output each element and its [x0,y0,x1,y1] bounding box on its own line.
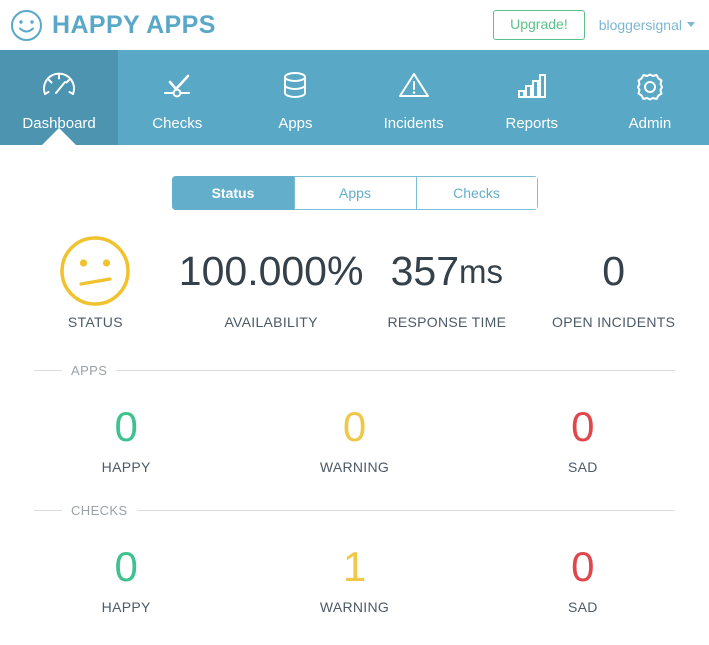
apps-section-title: APPS [71,362,108,378]
dashboard-content: Status Apps Checks STATUS 100.000% AVAIL… [0,145,709,615]
meh-face-icon [58,236,132,306]
open-incidents-label: OPEN INCIDENTS [552,314,676,330]
summary-availability: 100.000% AVAILABILITY [179,241,364,330]
chevron-down-icon [687,22,695,28]
summary-open-incidents: 0 OPEN INCIDENTS [530,241,697,330]
summary-status: STATUS [12,236,179,330]
nav-item-reports[interactable]: Reports [473,50,591,145]
response-time-unit: ms [459,252,504,290]
nav-label: Admin [628,115,672,132]
stat-value: 0 [114,403,138,450]
username-label: bloggersignal [598,16,682,33]
apps-stat-warning[interactable]: 0 WARNING [240,403,468,476]
top-bar-right: Upgrade! bloggersignal [493,9,695,41]
stat-value: 1 [342,543,367,590]
brand-logo[interactable]: HAPPY APPS [10,9,216,42]
gear-icon [631,68,669,111]
checks-stat-happy[interactable]: 0 HAPPY [12,543,240,616]
availability-label: AVAILABILITY [224,314,318,330]
nav-item-apps[interactable]: Apps [236,50,354,145]
checks-stat-sad[interactable]: 0 SAD [469,543,697,616]
divider-left [34,509,62,511]
response-time-value: 357 ms [391,241,503,301]
response-time-number: 357 [390,247,460,294]
database-icon [276,68,314,111]
tab-status[interactable]: Status [171,176,294,210]
apps-stats-row: 0 HAPPY 0 WARNING 0 SAD [0,403,709,476]
checks-section-header: CHECKS [34,502,675,518]
warning-triangle-icon [395,68,433,111]
tab-checks[interactable]: Checks [415,176,538,210]
apps-stat-happy[interactable]: 0 HAPPY [12,403,240,476]
checks-section-title: CHECKS [71,502,128,518]
stat-label: WARNING [319,599,390,615]
response-time-label: RESPONSE TIME [387,314,507,330]
stat-value: 0 [342,403,367,450]
checks-stats-row: 0 HAPPY 1 WARNING 0 SAD [0,543,709,616]
apps-section-header: APPS [34,362,675,378]
stat-label: WARNING [319,459,390,475]
checks-section: CHECKS 0 HAPPY 1 WARNING 0 SAD [0,502,709,615]
summary-status-label: STATUS [67,314,123,330]
user-menu[interactable]: bloggersignal [599,17,695,33]
main-navigation: Dashboard Checks Apps Incidents Reports … [0,50,709,145]
divider-right [136,509,675,511]
nav-label: Apps [278,115,313,132]
summary-row: STATUS 100.000% AVAILABILITY 357 ms RESPO… [0,236,709,330]
active-tab-pointer [42,128,76,145]
gauge-icon [40,68,78,111]
nav-label: Incidents [383,115,444,132]
stat-value: 0 [114,543,138,590]
view-switcher: Status Apps Checks [171,176,538,210]
nav-item-admin[interactable]: Admin [591,50,709,145]
nav-item-incidents[interactable]: Incidents [355,50,473,145]
stat-value: 0 [571,403,595,450]
apps-section: APPS 0 HAPPY 0 WARNING 0 SAD [0,362,709,475]
nav-label: Checks [152,115,203,132]
stat-label: HAPPY [101,599,151,615]
stat-label: SAD [567,599,598,615]
tab-apps[interactable]: Apps [293,176,416,210]
open-incidents-value: 0 [602,247,626,294]
summary-response-time: 357 ms RESPONSE TIME [363,241,530,330]
apps-stat-sad[interactable]: 0 SAD [469,403,697,476]
nav-item-checks[interactable]: Checks [118,50,236,145]
check-slider-icon [158,68,196,111]
smiley-face-icon [10,9,43,42]
divider-right [116,369,675,371]
top-bar: HAPPY APPS Upgrade! bloggersignal [0,0,709,50]
upgrade-button[interactable]: Upgrade! [493,9,585,41]
stat-value: 0 [571,543,595,590]
divider-left [34,369,62,371]
view-switcher-wrap: Status Apps Checks [0,145,709,210]
stat-label: HAPPY [101,459,151,475]
stat-label: SAD [567,459,598,475]
checks-stat-warning[interactable]: 1 WARNING [240,543,468,616]
availability-value: 100.000% [178,247,364,294]
nav-label: Reports [505,115,559,132]
bar-chart-icon [513,68,551,111]
brand-name: HAPPY APPS [52,10,216,39]
